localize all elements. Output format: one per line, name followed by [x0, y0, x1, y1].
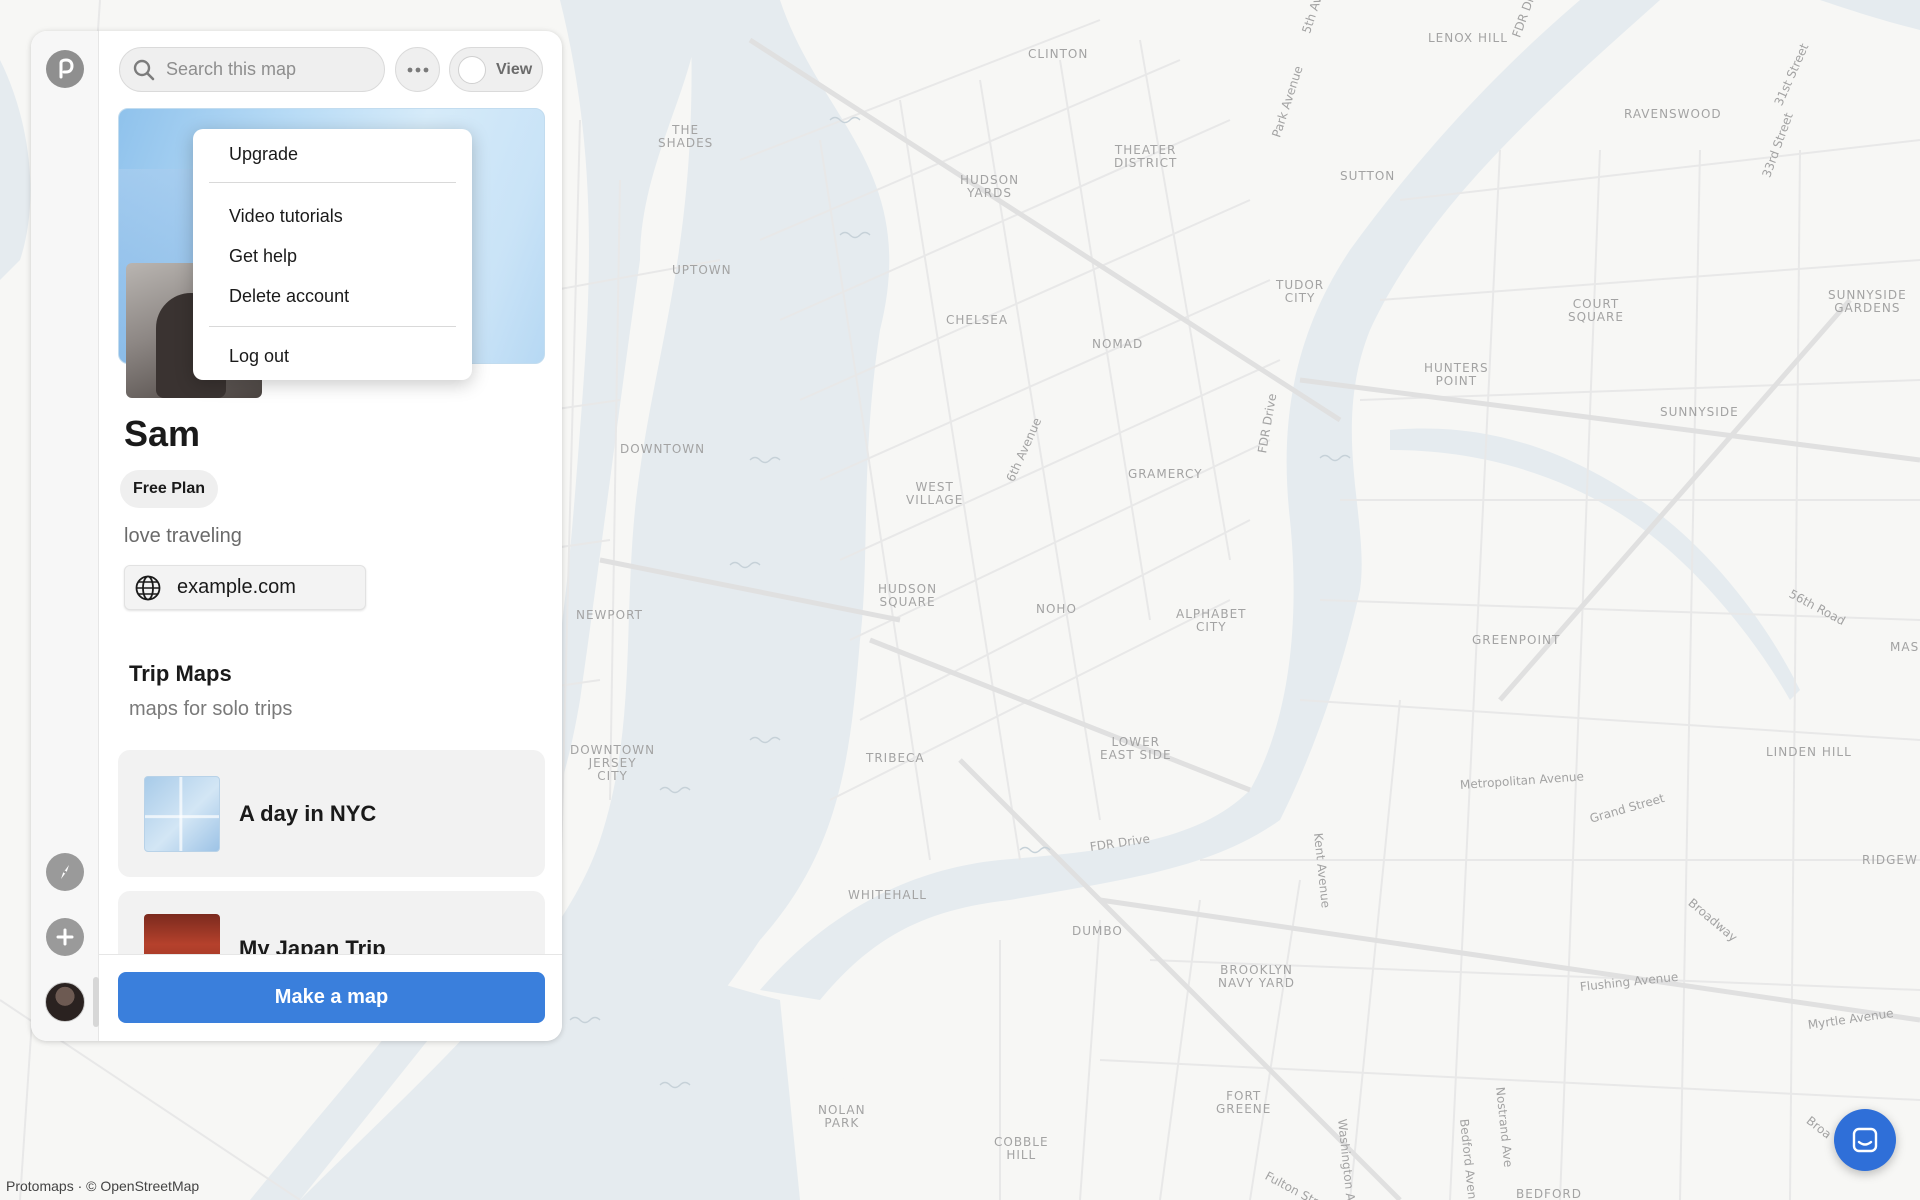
profile-name: Sam	[124, 413, 201, 454]
plus-circle-icon	[56, 928, 74, 946]
make-map-button[interactable]: Make a map	[118, 972, 545, 1023]
map-label-nolan-park: NOLAN PARK	[818, 1103, 866, 1130]
map-label-noho: NOHO	[1036, 602, 1077, 616]
map-label-ravenswood: RAVENSWOOD	[1624, 107, 1722, 121]
menu-item-upgrade[interactable]: Upgrade	[193, 138, 472, 170]
add-button[interactable]	[46, 918, 84, 956]
menu-item-log-out[interactable]: Log out	[193, 340, 472, 372]
menu-divider	[209, 182, 456, 183]
map-label-west-village: WEST VILLAGE	[906, 480, 964, 507]
protomaps-logo-icon	[59, 58, 74, 79]
map-label-downtown: DOWNTOWN	[620, 442, 706, 456]
panel-content: Search this map View Sam Free Plan love …	[99, 31, 562, 1041]
map-label-uptown: UPTOWN	[672, 263, 732, 277]
map-label-lenox-hill: LENOX HILL	[1428, 31, 1508, 45]
more-options-menu: Upgrade Video tutorials Get help Delete …	[193, 129, 472, 380]
view-toggle[interactable]: View	[449, 47, 543, 92]
profile-bio: love traveling	[124, 525, 242, 547]
map-label-mas: MAS	[1890, 640, 1920, 654]
map-label-chelsea: CHELSEA	[946, 313, 1009, 327]
map-label-gramercy: GRAMERCY	[1128, 467, 1203, 481]
search-icon	[133, 59, 155, 80]
map-label-nomad: NOMAD	[1092, 337, 1144, 351]
chat-icon	[1852, 1127, 1878, 1153]
map-label-greenpoint: GREENPOINT	[1472, 633, 1561, 647]
menu-item-video-tutorials[interactable]: Video tutorials	[193, 196, 472, 236]
nyc-map-thumbnail	[144, 775, 220, 852]
map-card[interactable]: A day in NYC	[118, 750, 545, 877]
collection-subtitle: maps for solo trips	[129, 698, 293, 720]
map-label-sunnyside-gardens: SUNNYSIDE GARDENS	[1828, 288, 1907, 315]
menu-divider	[209, 326, 456, 327]
toggle-knob	[458, 55, 486, 84]
map-label-brooklyn-navy-yard: BROOKLYN NAVY YARD	[1218, 963, 1295, 990]
map-attribution[interactable]: Protomaps · © OpenStreetMap	[6, 1178, 199, 1194]
map-label-hudson-yards: HUDSON YARDS	[960, 173, 1020, 200]
panel-footer: Make a map	[99, 954, 562, 1041]
menu-item-get-help[interactable]: Get help	[193, 236, 472, 276]
map-label-newport: NEWPORT	[576, 608, 643, 622]
home-button[interactable]	[46, 50, 84, 88]
profile-panel: Search this map View Sam Free Plan love …	[31, 31, 562, 1041]
ellipsis-icon	[407, 67, 428, 72]
map-label-fort-greene: FORT GREENE	[1216, 1089, 1272, 1116]
map-label-alphabet-city: ALPHABET CITY	[1176, 607, 1247, 634]
search-placeholder: Search this map	[166, 59, 297, 79]
map-label-tribeca: TRIBECA	[866, 751, 925, 765]
menu-item-delete-account[interactable]: Delete account	[193, 276, 472, 316]
search-input[interactable]: Search this map	[119, 47, 385, 92]
map-label-tudor-city: TUDOR CITY	[1276, 278, 1325, 305]
map-label-bedford: BEDFORD	[1516, 1187, 1582, 1200]
website-link[interactable]: example.com	[124, 565, 366, 610]
map-label-linden-hill: LINDEN HILL	[1766, 745, 1852, 759]
user-avatar[interactable]	[45, 982, 85, 1022]
map-label-theater-district: THEATER DISTRICT	[1114, 143, 1178, 170]
map-label-hunters-point: HUNTERS POINT	[1424, 361, 1489, 388]
map-label-sunnyside: SUNNYSIDE	[1660, 405, 1739, 419]
map-label-cobble-hill: COBBLE HILL	[994, 1135, 1049, 1162]
explore-button[interactable]	[46, 853, 84, 891]
globe-icon	[135, 575, 161, 600]
compass-icon	[61, 865, 69, 879]
map-card-title: A day in NYC	[239, 800, 377, 826]
map-label-hudson-square: HUDSON SQUARE	[878, 582, 938, 609]
map-label-clinton: CLINTON	[1028, 47, 1089, 61]
view-label: View	[496, 60, 533, 78]
plan-badge[interactable]: Free Plan	[120, 470, 219, 508]
map-label-lower-east-side: LOWER EAST SIDE	[1100, 735, 1172, 762]
map-label-the-shades: THE SHADES	[658, 123, 714, 150]
map-label-dumbo: DUMBO	[1072, 924, 1123, 938]
map-label-downtown-jersey-city: DOWNTOWN JERSEY CITY	[570, 743, 656, 783]
more-options-button[interactable]	[395, 47, 440, 92]
website-url: example.com	[177, 576, 296, 598]
map-label-court-square: COURT SQUARE	[1568, 297, 1624, 324]
left-rail	[31, 31, 99, 1041]
map-label-sutton: SUTTON	[1340, 169, 1396, 183]
collection-title: Trip Maps	[129, 661, 232, 686]
map-label-ridgew: RIDGEW	[1862, 853, 1918, 867]
map-label-whitehall: WHITEHALL	[848, 888, 927, 902]
chat-button[interactable]	[1834, 1109, 1896, 1171]
